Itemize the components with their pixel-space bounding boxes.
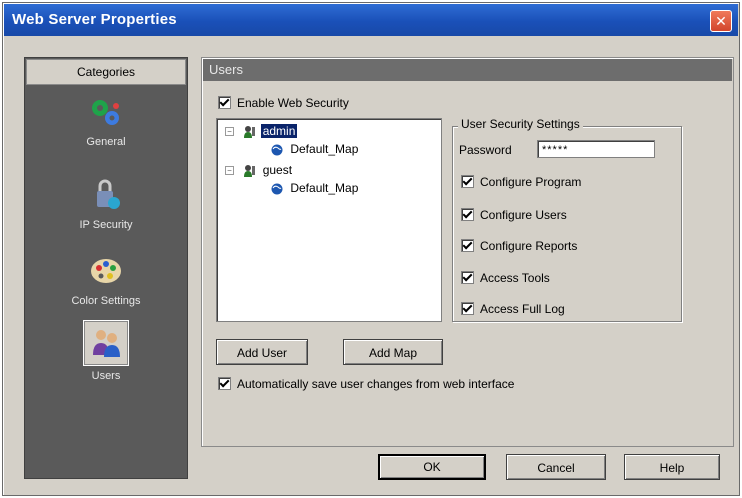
tree-user-name: guest xyxy=(262,163,293,177)
category-ip-security[interactable]: IP Security xyxy=(25,175,187,231)
auto-save-checkbox[interactable]: Automatically save user changes from web… xyxy=(218,376,514,391)
expander-icon[interactable]: − xyxy=(225,166,234,176)
category-label-users: Users xyxy=(91,370,121,382)
access-tools-check[interactable] xyxy=(461,271,474,285)
access-tools-checkbox[interactable]: Access Tools xyxy=(461,270,550,285)
category-label-color-settings: Color Settings xyxy=(71,295,141,307)
configure-reports-label: Configure Reports xyxy=(480,238,578,253)
categories-sidebar: Categories General IP Security Color Set… xyxy=(24,57,188,479)
auto-save-label: Automatically save user changes from web… xyxy=(237,376,515,391)
tree-node-guest[interactable]: − guest xyxy=(225,163,292,178)
user-icon xyxy=(244,125,256,138)
access-tools-label: Access Tools xyxy=(480,270,550,285)
configure-users-check[interactable] xyxy=(461,208,474,222)
enable-web-security-label: Enable Web Security xyxy=(237,95,349,110)
auto-save-check[interactable] xyxy=(218,377,231,391)
category-general[interactable]: General xyxy=(25,92,187,148)
title-bar[interactable]: Web Server Properties ✕ xyxy=(4,4,738,36)
enable-web-security-check[interactable] xyxy=(218,96,231,110)
access-full-log-label: Access Full Log xyxy=(480,301,565,316)
category-users[interactable]: Users xyxy=(25,320,187,382)
user-icon xyxy=(244,164,256,177)
category-color-settings[interactable]: Color Settings xyxy=(25,251,187,307)
category-label-general: General xyxy=(86,136,126,148)
map-globe-icon xyxy=(271,183,283,195)
color-palette-icon xyxy=(91,259,121,283)
configure-users-label: Configure Users xyxy=(480,207,567,222)
tree-node-admin-map[interactable]: Default_Map xyxy=(265,142,358,156)
configure-users-checkbox[interactable]: Configure Users xyxy=(461,207,567,222)
password-label: Password xyxy=(459,143,512,157)
configure-program-check[interactable] xyxy=(461,175,474,189)
users-icon xyxy=(93,330,120,357)
configure-reports-checkbox[interactable]: Configure Reports xyxy=(461,238,577,253)
selected-frame xyxy=(83,320,129,366)
users-tree[interactable]: − admin Default_Map − guest Default_Map xyxy=(216,118,442,322)
access-full-log-checkbox[interactable]: Access Full Log xyxy=(461,301,565,316)
categories-header: Categories xyxy=(26,59,186,85)
window-title: Web Server Properties xyxy=(12,11,177,28)
configure-program-label: Configure Program xyxy=(480,174,582,189)
expander-icon[interactable]: − xyxy=(225,127,234,137)
general-gears-icon xyxy=(92,100,119,125)
add-user-button[interactable]: Add User xyxy=(216,339,308,365)
tree-user-name: admin xyxy=(260,124,298,138)
add-map-button[interactable]: Add Map xyxy=(343,339,443,365)
map-globe-icon xyxy=(271,144,283,156)
cancel-button[interactable]: Cancel xyxy=(506,454,606,480)
help-button[interactable]: Help xyxy=(624,454,720,480)
user-security-settings-label: User Security Settings xyxy=(458,117,583,131)
ok-button[interactable]: OK xyxy=(378,454,486,480)
tree-node-guest-map[interactable]: Default_Map xyxy=(265,181,358,195)
configure-program-checkbox[interactable]: Configure Program xyxy=(461,174,581,189)
access-full-log-check[interactable] xyxy=(461,302,474,316)
panel-header: Users xyxy=(203,59,732,81)
tree-map-name: Default_Map xyxy=(290,142,359,156)
category-label-ip-security: IP Security xyxy=(79,219,133,231)
enable-web-security-checkbox[interactable]: Enable Web Security xyxy=(218,95,349,110)
tree-map-name: Default_Map xyxy=(290,181,359,195)
close-icon: ✕ xyxy=(715,13,727,29)
tree-node-admin[interactable]: − admin xyxy=(225,124,298,139)
password-field[interactable]: ***** xyxy=(537,140,655,158)
close-button[interactable]: ✕ xyxy=(710,10,732,32)
security-lock-icon xyxy=(97,179,120,209)
configure-reports-check[interactable] xyxy=(461,239,474,253)
